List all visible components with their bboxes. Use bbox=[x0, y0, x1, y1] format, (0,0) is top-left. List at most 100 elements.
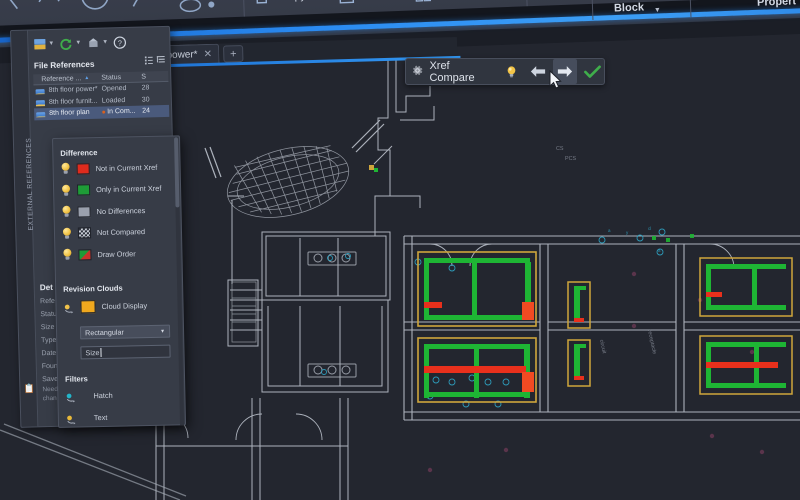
difference-legend-label: No Differences bbox=[96, 205, 146, 216]
dwg-file-icon bbox=[36, 111, 46, 118]
block-caret-icon[interactable]: ▼ bbox=[654, 7, 661, 14]
bind-caret-icon[interactable]: ▼ bbox=[102, 39, 108, 45]
difference-legend-row[interactable]: Only in Current Xref bbox=[61, 182, 162, 196]
popup-scrollbar[interactable] bbox=[174, 137, 185, 426]
attach-dwg-icon[interactable] bbox=[32, 37, 46, 51]
new-tab-button[interactable]: + bbox=[223, 44, 244, 63]
copy-icon[interactable] bbox=[255, 0, 280, 10]
cell-reference-name: 8th floor furnit... bbox=[34, 97, 102, 107]
file-references-title: File References bbox=[33, 59, 95, 71]
cloud-display-label: Cloud Display bbox=[101, 301, 148, 311]
difference-color-swatch[interactable] bbox=[76, 184, 91, 196]
help-icon[interactable]: ? bbox=[113, 35, 127, 49]
filter-row[interactable]: Text bbox=[66, 412, 108, 425]
xref-compare-title: Xref Compare bbox=[429, 59, 475, 84]
difference-color-swatch[interactable] bbox=[76, 162, 90, 174]
filter-toggle-icon[interactable] bbox=[66, 413, 77, 425]
scale-icon[interactable] bbox=[337, 0, 360, 7]
cell-status: In Com... bbox=[102, 108, 142, 116]
column-header-size[interactable]: S bbox=[141, 73, 161, 80]
scale-label[interactable]: Scale bbox=[361, 0, 388, 1]
cell-size: 30 bbox=[141, 96, 150, 104]
difference-legend-row[interactable]: Not in Current Xref bbox=[61, 161, 158, 175]
svg-text:?: ? bbox=[118, 38, 122, 47]
difference-legend-label: Not in Current Xref bbox=[95, 162, 158, 173]
cell-reference-name: 8th floor plan bbox=[34, 109, 102, 118]
details-field-label: Type bbox=[41, 336, 57, 345]
difference-legend-row[interactable]: No Differences bbox=[61, 204, 145, 218]
details-field-label: Statu bbox=[40, 310, 57, 319]
filter-row[interactable]: Hatch bbox=[65, 390, 113, 403]
panel-label-block[interactable]: Block bbox=[614, 1, 644, 14]
cloud-shape-value: Rectangular bbox=[84, 327, 124, 338]
table-row[interactable]: 8th floor plan In Com... 24 bbox=[34, 104, 170, 120]
cloud-color-swatch[interactable] bbox=[80, 300, 96, 314]
details-field-label: Date bbox=[41, 349, 57, 358]
arrow-left-icon[interactable] bbox=[526, 59, 549, 84]
lightbulb-icon[interactable] bbox=[499, 59, 522, 84]
revision-clouds-section-title: Revision Clouds bbox=[63, 283, 123, 294]
lightbulb-icon[interactable] bbox=[61, 162, 71, 175]
gear-icon[interactable] bbox=[406, 64, 428, 80]
bind-icon[interactable] bbox=[86, 36, 100, 50]
cell-reference-name: 8th floor power* bbox=[34, 86, 102, 95]
cloud-display-row[interactable]: Cloud Display bbox=[63, 299, 147, 314]
dwg-file-icon bbox=[35, 88, 45, 95]
column-header-reference[interactable]: Reference ... bbox=[41, 75, 81, 83]
difference-color-swatch[interactable] bbox=[78, 248, 92, 260]
details-field-label: Foun bbox=[41, 362, 58, 371]
difference-legend-label: Not Compared bbox=[96, 227, 146, 238]
lightbulb-icon[interactable] bbox=[62, 248, 72, 261]
cell-status: Opened bbox=[101, 85, 127, 93]
difference-section-title: Difference bbox=[60, 148, 98, 158]
lightbulb-icon[interactable] bbox=[61, 205, 71, 218]
refresh-icon[interactable] bbox=[59, 36, 73, 50]
column-header-status[interactable]: Status bbox=[101, 73, 141, 82]
attach-caret-icon[interactable]: ▼ bbox=[48, 41, 54, 47]
filter-label: Hatch bbox=[93, 390, 113, 401]
file-references-view-icons[interactable] bbox=[144, 55, 165, 65]
palette-toolbar[interactable]: ▼ ▼ ▼ ? bbox=[32, 31, 172, 55]
array-icon[interactable] bbox=[413, 0, 434, 4]
compare-settings-popup[interactable]: Difference Not in Current Xref Only in Cu… bbox=[52, 135, 190, 432]
filters-section-title: Filters bbox=[64, 374, 88, 384]
check-icon[interactable] bbox=[581, 59, 604, 84]
filter-label: Text bbox=[93, 412, 108, 423]
svg-text:CS: CS bbox=[556, 146, 564, 152]
cloud-size-input[interactable]: Size bbox=[80, 344, 171, 360]
draw-shape-icons[interactable] bbox=[176, 0, 240, 19]
difference-legend-row[interactable]: Not Compared bbox=[62, 226, 145, 240]
difference-legend-row[interactable]: Draw Order bbox=[62, 247, 136, 261]
details-field-label: Save bbox=[42, 375, 59, 384]
autocad-window: a y cl a circuit receptacle CS PCS Block… bbox=[0, 0, 800, 500]
list-view-icon[interactable] bbox=[144, 56, 153, 65]
trim-icon[interactable] bbox=[487, 0, 512, 1]
lightbulb-icon[interactable] bbox=[61, 184, 71, 196]
tab-close-icon[interactable]: ✕ bbox=[203, 49, 212, 60]
svg-text:cl: cl bbox=[648, 226, 651, 231]
palette-pin-icon[interactable]: 📋 bbox=[23, 383, 35, 394]
tree-view-icon[interactable] bbox=[156, 55, 165, 64]
cloud-toggle-icon[interactable] bbox=[63, 302, 74, 314]
file-references-table[interactable]: Reference ... ▲ Status S 8th floor power… bbox=[33, 70, 170, 120]
difference-color-swatch[interactable] bbox=[77, 227, 92, 239]
chevron-down-icon[interactable]: ▼ bbox=[160, 328, 165, 334]
cell-status: Loaded bbox=[101, 96, 126, 105]
status-flag-icon bbox=[102, 110, 106, 114]
lightbulb-icon[interactable] bbox=[62, 227, 72, 239]
svg-text:PCS: PCS bbox=[565, 156, 576, 162]
cloud-shape-dropdown[interactable]: Rectangular ▼ bbox=[79, 324, 171, 340]
copy-label[interactable]: Copy bbox=[281, 0, 306, 3]
cell-size: 28 bbox=[141, 84, 150, 92]
difference-color-swatch[interactable] bbox=[77, 205, 91, 217]
panel-label-properties[interactable]: Propert bbox=[757, 0, 797, 9]
details-field-label: Size bbox=[40, 323, 55, 332]
sort-ascending-icon[interactable]: ▲ bbox=[84, 75, 89, 81]
dwg-file-icon bbox=[35, 100, 46, 107]
details-title: Det bbox=[39, 282, 54, 293]
cloud-size-value: Size bbox=[85, 348, 100, 358]
xref-compare-toolbar[interactable]: Xref Compare bbox=[405, 58, 605, 85]
difference-legend-label: Draw Order bbox=[97, 248, 136, 259]
refresh-caret-icon[interactable]: ▼ bbox=[75, 40, 81, 46]
filter-toggle-icon[interactable] bbox=[65, 391, 76, 403]
